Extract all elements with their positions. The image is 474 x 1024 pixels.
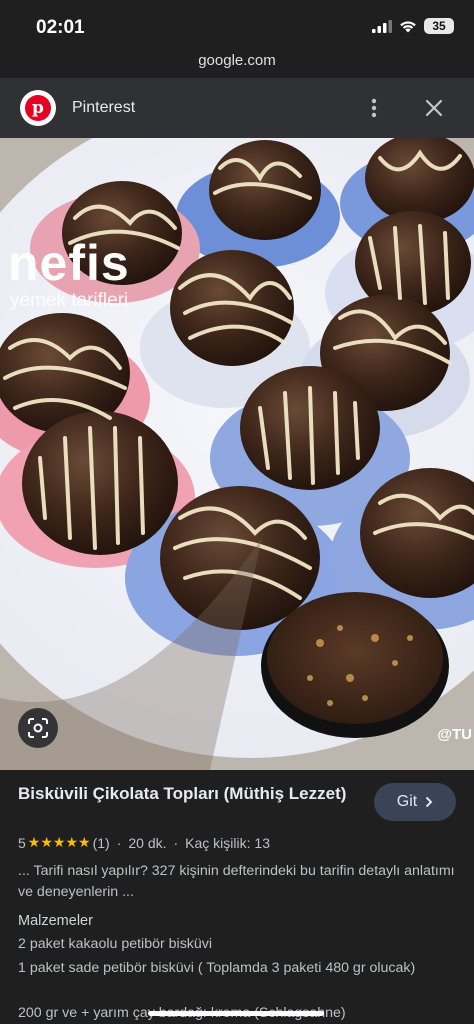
ingredient-item: 1 paket sade petibör bisküvi ( Toplamda …	[18, 960, 416, 976]
home-indicator[interactable]	[148, 1011, 324, 1016]
pinterest-logo-icon: p	[20, 90, 56, 126]
review-count: (1)	[92, 834, 110, 851]
chocolate-balls-photo	[0, 138, 474, 770]
status-time: 02:01	[36, 17, 85, 38]
watermark-brand: nefis	[8, 235, 130, 291]
battery-indicator: 35	[424, 18, 454, 34]
watermark-subtitle: yemek tarifleri	[10, 290, 129, 311]
url-text[interactable]: google.com	[198, 52, 276, 69]
ingredients-title: Malzemeler	[18, 913, 93, 929]
rating-stars: ★★★★★	[27, 834, 91, 850]
google-lens-icon[interactable]	[18, 708, 58, 748]
result-title[interactable]: Bisküvili Çikolata Topları (Müthiş Lezze…	[18, 782, 358, 805]
close-icon[interactable]	[420, 94, 448, 122]
wifi-icon	[400, 20, 416, 32]
result-info: Bisküvili Çikolata Topları (Müthiş Lezze…	[0, 770, 474, 1024]
recipe-meta: 5 ★★★★★ (1) · 20 dk. · Kaç kişilik: 13	[18, 834, 270, 851]
image-credit: @TU	[437, 726, 472, 743]
recipe-image[interactable]: nefis yemek tarifleri @TU	[0, 138, 474, 770]
duration: 20 dk.	[128, 834, 167, 851]
rating-value: 5	[18, 834, 26, 851]
more-options-icon[interactable]	[362, 96, 386, 120]
servings: Kaç kişilik: 13	[185, 834, 270, 851]
signal-icon	[372, 19, 392, 33]
ingredient-item: 2 paket kakaolu petibör bisküvi	[18, 936, 213, 952]
source-name[interactable]: Pinterest	[72, 99, 135, 117]
status-icons: 35	[372, 18, 454, 34]
go-label: Git	[396, 793, 418, 810]
source-header: p Pinterest	[0, 78, 474, 138]
status-bar: 02:01 35	[0, 0, 474, 52]
result-description: ... Tarifi nasıl yapılır? 327 kişinin de…	[18, 863, 455, 900]
url-bar[interactable]: google.com	[0, 52, 474, 78]
go-button[interactable]: Git	[374, 783, 456, 821]
chevron-right-icon	[426, 796, 433, 808]
